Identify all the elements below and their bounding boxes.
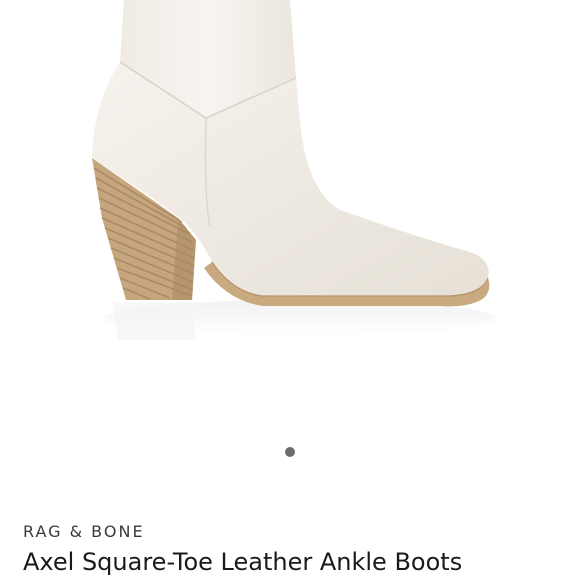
image-pager (0, 446, 580, 458)
product-title: Axel Square-Toe Leather Ankle Boots (23, 548, 463, 576)
ankle-boot-image (92, 0, 495, 340)
product-image[interactable] (0, 0, 580, 430)
pager-dot-active[interactable] (285, 447, 295, 457)
brand-name[interactable]: RAG & BONE (23, 522, 145, 541)
